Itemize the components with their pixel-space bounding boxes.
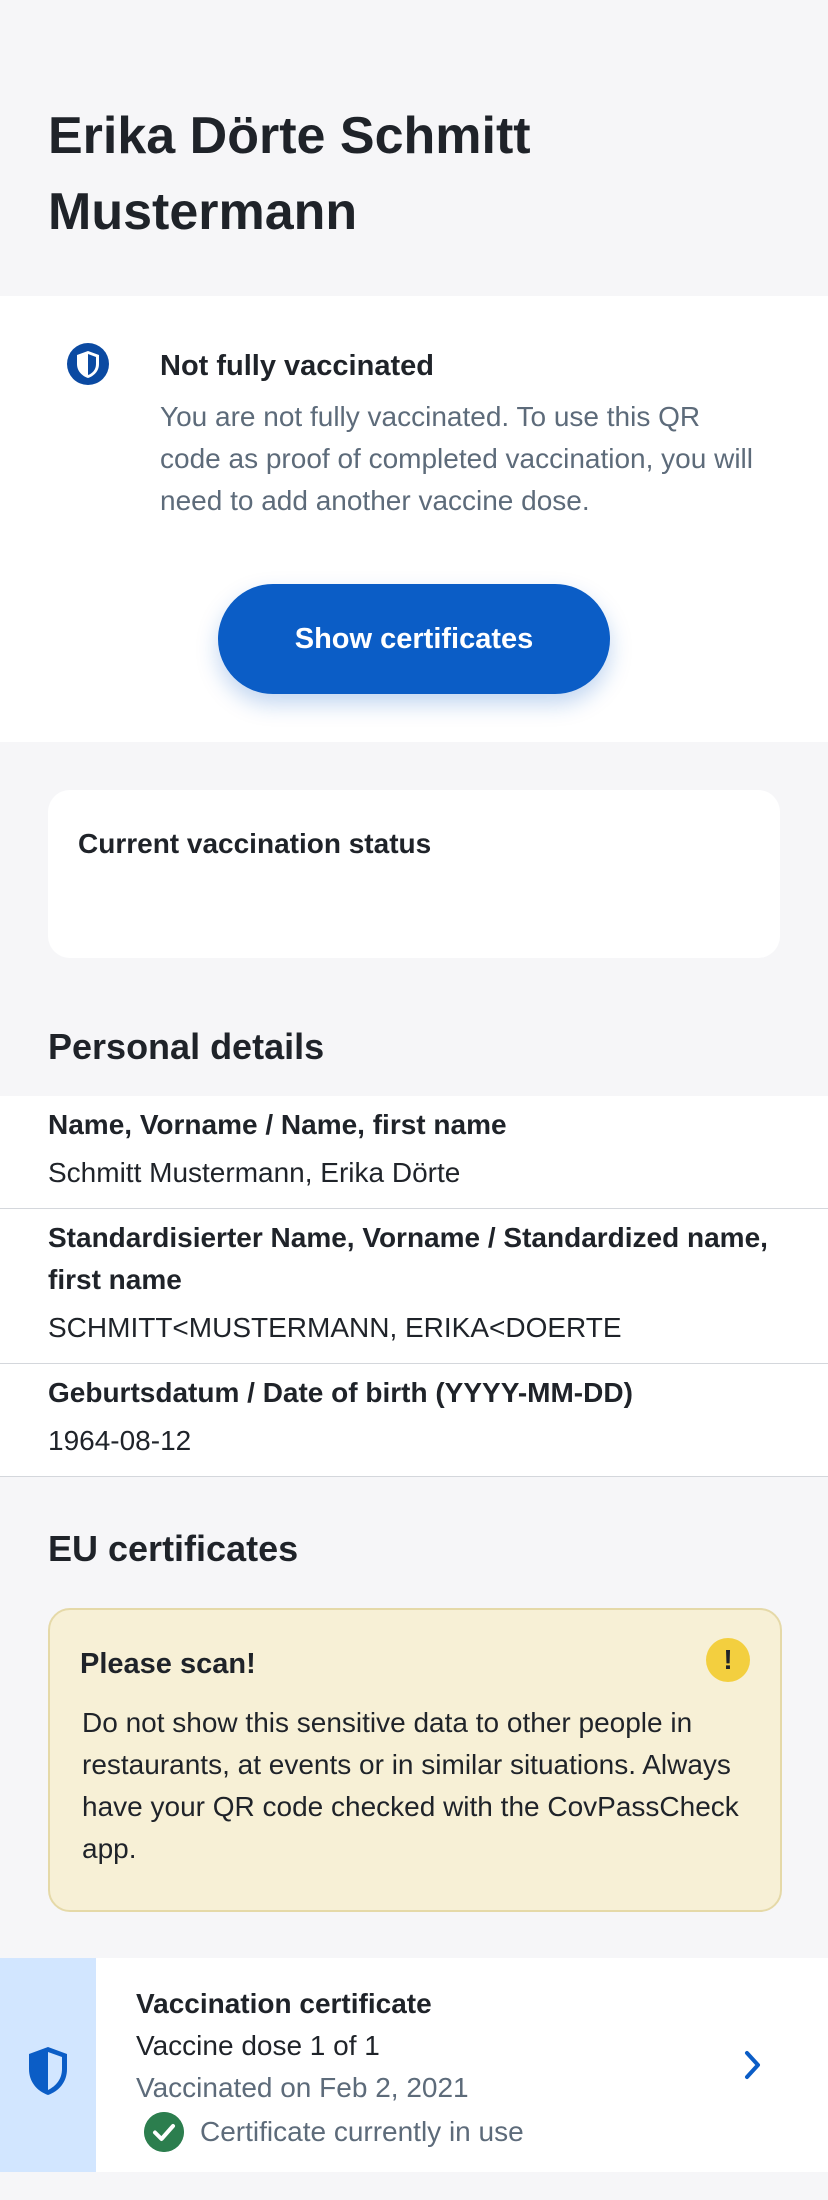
current-vaccination-status-card[interactable]: Current vaccination status	[48, 790, 780, 958]
detail-row: Geburtsdatum / Date of birth (YYYY-MM-DD…	[0, 1364, 828, 1477]
warning-title: Please scan!	[80, 1648, 256, 1680]
certificate-date: Vaccinated on Feb 2, 2021	[136, 2072, 469, 2103]
scan-warning-card: Please scan! ! Do not show this sensitiv…	[48, 1608, 782, 1912]
detail-value: SCHMITT<MUSTERMANN, ERIKA<DOERTE	[48, 1312, 622, 1343]
chevron-right-icon[interactable]	[742, 2048, 764, 2082]
certificate-status: Certificate currently in use	[200, 2116, 524, 2147]
detail-label: Name, Vorname / Name, first name	[48, 1109, 507, 1140]
detail-row: Name, Vorname / Name, first name Schmitt…	[0, 1096, 828, 1209]
certificate-dose: Vaccine dose 1 of 1	[136, 2030, 380, 2061]
card-title: Current vaccination status	[78, 828, 432, 859]
exclamation-icon: !	[706, 1638, 750, 1682]
header: Erika Dörte Schmitt Mustermann	[0, 0, 828, 296]
detail-value: Schmitt Mustermann, Erika Dörte	[48, 1157, 461, 1188]
detail-label: Geburtsdatum / Date of birth (YYYY-MM-DD…	[48, 1377, 633, 1408]
personal-details-list: Name, Vorname / Name, first name Schmitt…	[0, 1096, 828, 1477]
show-certificates-button[interactable]: Show certificates	[218, 584, 610, 694]
check-circle-icon	[144, 2112, 184, 2152]
certificate-icon-panel	[0, 1958, 96, 2172]
personal-details-heading: Personal details	[48, 1026, 325, 1067]
certificate-title: Vaccination certificate	[136, 1988, 432, 2019]
status-title: Not fully vaccinated	[160, 350, 434, 382]
shield-icon	[67, 343, 109, 385]
status-description: You are not fully vaccinated. To use thi…	[160, 401, 753, 516]
detail-row: Standardisierter Name, Vorname / Standar…	[0, 1209, 828, 1364]
page-title: Erika Dörte Schmitt Mustermann	[48, 107, 531, 241]
detail-value: 1964-08-12	[48, 1425, 192, 1456]
eu-certificates-heading: EU certificates	[48, 1528, 299, 1569]
warning-text: Do not show this sensitive data to other…	[82, 1707, 739, 1864]
shield-icon	[29, 2047, 67, 2095]
vaccination-certificate-item[interactable]: Vaccination certificate Vaccine dose 1 o…	[0, 1958, 828, 2172]
detail-label: Standardisierter Name, Vorname / Standar…	[48, 1222, 768, 1295]
